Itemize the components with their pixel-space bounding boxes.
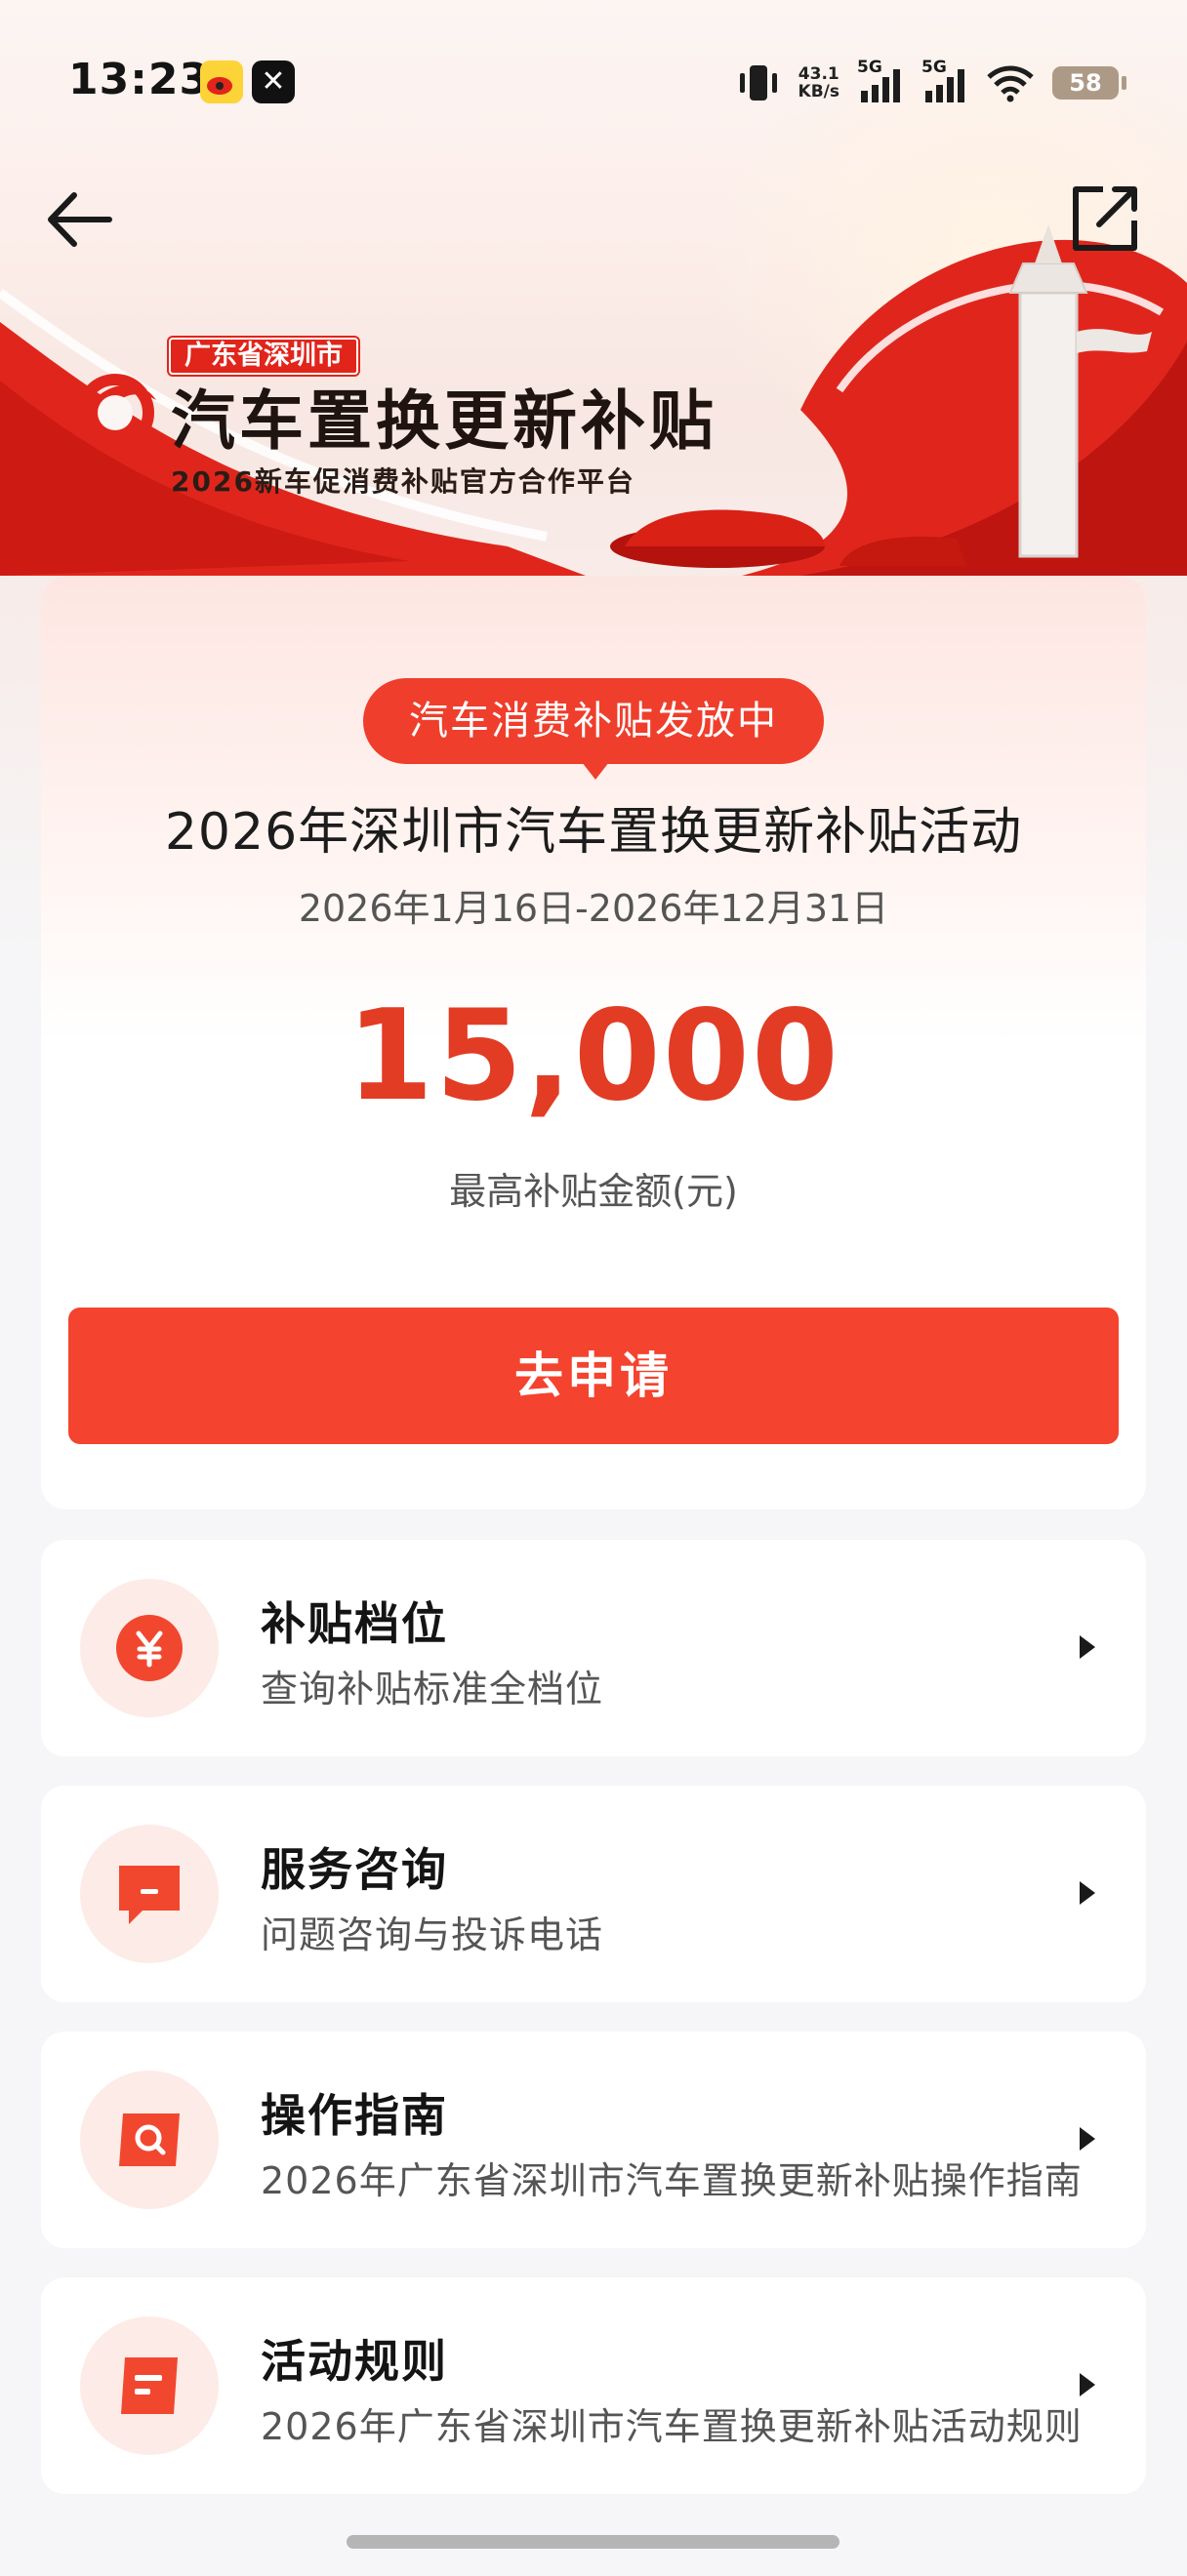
signal-5g-2: 5G [921,58,968,104]
menu-item-title: 服务咨询 [261,1843,448,1896]
signal-1-label: 5G [857,58,882,77]
menu-item-subtitle: 2026年广东省深圳市汽车置换更新补贴活动规则 [261,2405,1083,2448]
signal-2-label: 5G [921,58,947,77]
network-speed-value: 43.1 [798,64,839,84]
max-amount-label: 最高补贴金额(元) [449,1170,738,1213]
menu-item-subtitle: 问题咨询与投诉电话 [261,1913,604,1956]
menu-item-operation-guide[interactable]: 操作指南 2026年广东省深圳市汽车置换更新补贴操作指南 [41,2032,1146,2248]
hero-subtitle: 2026新车促消费补贴官方合作平台 [171,465,635,498]
hero-title: 汽车置换更新补贴 [171,383,717,459]
home-indicator[interactable] [347,2535,839,2549]
x-app-icon: ✕ [252,60,295,103]
share-button[interactable] [1060,176,1148,263]
menu-item-activity-rules[interactable]: 活动规则 2026年广东省深圳市汽车置换更新补贴活动规则 [41,2277,1146,2494]
subsidy-summary-card: 汽车消费补贴发放中 2026年深圳市汽车置换更新补贴活动 2026年1月16日-… [41,576,1146,1509]
chat-icon [80,1825,219,1963]
back-button[interactable] [39,176,127,263]
chevron-right-icon [1080,1635,1095,1659]
max-amount: 15,000 [347,984,840,1129]
back-arrow-icon [48,192,112,247]
menu-item-subtitle: 2026年广东省深圳市汽车置换更新补贴操作指南 [261,2159,1083,2202]
yen-icon [80,1579,219,1717]
status-pill: 汽车消费补贴发放中 [363,678,824,780]
weibo-app-icon [200,60,243,103]
menu-item-service-consult[interactable]: 服务咨询 问题咨询与投诉电话 [41,1786,1146,2002]
menu-item-title: 活动规则 [261,2335,448,2388]
search-doc-icon [80,2071,219,2209]
network-speed-unit: KB/s [798,82,839,101]
vibrate-icon [739,65,777,101]
activity-title: 2026年深圳市汽车置换更新补贴活动 [164,803,1023,862]
apply-button[interactable]: 去申请 [68,1308,1119,1444]
status-time: 13:23 [68,55,211,104]
chevron-right-icon [1080,1881,1095,1905]
signal-5g-1: 5G [857,58,904,104]
battery-indicator: 58 [1052,66,1126,100]
chevron-right-icon [1080,2127,1095,2151]
activity-dates: 2026年1月16日-2026年12月31日 [298,887,889,930]
chevron-right-icon [1080,2373,1095,2396]
network-speed: 43.1 KB/s [798,65,839,101]
rules-doc-icon [80,2316,219,2455]
status-indicators: 43.1 KB/s 5G 5G 58 [736,58,1126,107]
share-icon [1073,186,1137,251]
menu-item-title: 补贴档位 [261,1597,448,1650]
menu-item-subtitle: 查询补贴标准全档位 [261,1668,604,1711]
menu-item-subsidy-levels[interactable]: 补贴档位 查询补贴标准全档位 [41,1540,1146,1756]
menu-item-title: 操作指南 [261,2089,448,2142]
status-bar: 13:23 ✕ 43.1 KB/s 5G 5G 58 [0,0,1187,161]
wifi-icon [987,65,1034,102]
